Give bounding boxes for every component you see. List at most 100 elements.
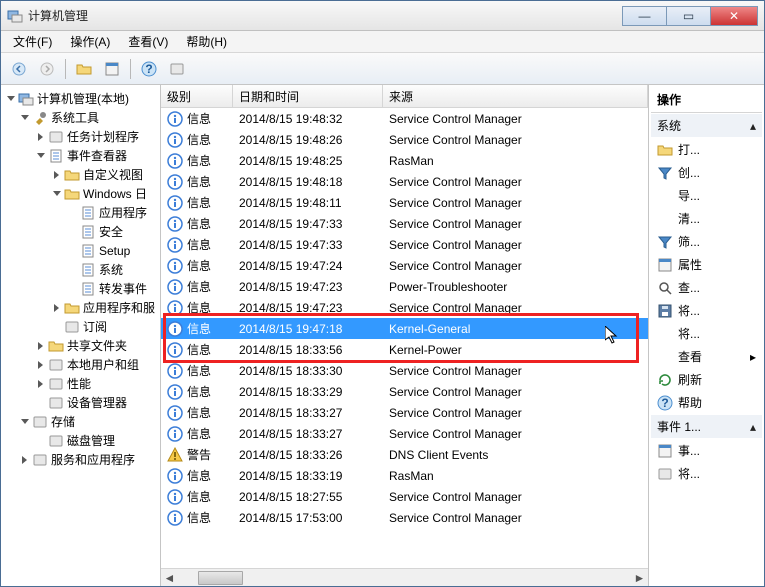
- tree-node[interactable]: Windows 日: [1, 184, 160, 203]
- event-row[interactable]: 信息 2014/8/15 19:47:24 Service Control Ma…: [161, 255, 648, 276]
- event-row[interactable]: 信息 2014/8/15 19:47:33 Service Control Ma…: [161, 234, 648, 255]
- col-header-source[interactable]: 来源: [383, 85, 648, 107]
- horizontal-scrollbar[interactable]: ◄ ►: [161, 568, 648, 586]
- expander-icon[interactable]: [19, 112, 30, 123]
- event-row[interactable]: 信息 2014/8/15 19:47:23 Power-Troubleshoot…: [161, 276, 648, 297]
- tree-node[interactable]: 服务和应用程序: [1, 450, 160, 469]
- tree-node[interactable]: 存储: [1, 412, 160, 431]
- nav-forward-button[interactable]: [35, 57, 59, 81]
- action-item[interactable]: 将...: [651, 322, 762, 345]
- event-row[interactable]: 信息 2014/8/15 18:33:29 Service Control Ma…: [161, 381, 648, 402]
- tree-node-label: 安全: [99, 223, 123, 240]
- action-item[interactable]: 刷新: [651, 368, 762, 391]
- tree-node[interactable]: 磁盘管理: [1, 431, 160, 450]
- tree-node[interactable]: 应用程序和服: [1, 298, 160, 317]
- collapse-icon[interactable]: ▴: [750, 420, 756, 434]
- event-row[interactable]: 信息 2014/8/15 19:48:25 RasMan: [161, 150, 648, 171]
- tree-node[interactable]: 应用程序: [1, 203, 160, 222]
- action-item[interactable]: 导...: [651, 184, 762, 207]
- properties-button[interactable]: [100, 57, 124, 81]
- action-item[interactable]: 将...: [651, 462, 762, 485]
- tree-node[interactable]: 转发事件: [1, 279, 160, 298]
- action-item[interactable]: 打...: [651, 138, 762, 161]
- col-header-level[interactable]: 级别: [161, 85, 233, 107]
- cell-date: 2014/8/15 18:33:26: [233, 448, 383, 462]
- event-row[interactable]: 信息 2014/8/15 18:33:19 RasMan: [161, 465, 648, 486]
- expander-icon[interactable]: [35, 359, 46, 370]
- tree-node-label: 订阅: [83, 318, 107, 335]
- info-icon: [167, 489, 183, 505]
- tree-node[interactable]: 系统工具: [1, 108, 160, 127]
- event-row[interactable]: 信息 2014/8/15 19:48:11 Service Control Ma…: [161, 192, 648, 213]
- scroll-right-icon[interactable]: ►: [631, 569, 648, 586]
- col-header-date[interactable]: 日期和时间: [233, 85, 383, 107]
- expander-icon[interactable]: [51, 169, 62, 180]
- action-item[interactable]: 查看▸: [651, 345, 762, 368]
- tree-node[interactable]: 性能: [1, 374, 160, 393]
- expander-icon[interactable]: [35, 340, 46, 351]
- tree-pane[interactable]: 计算机管理(本地) 系统工具 任务计划程序 事件查看器 自定义视图 Window…: [1, 85, 161, 586]
- expander-icon[interactable]: [35, 150, 46, 161]
- expander-icon[interactable]: [35, 378, 46, 389]
- action-item[interactable]: 查...: [651, 276, 762, 299]
- event-row[interactable]: 信息 2014/8/15 18:33:56 Kernel-Power: [161, 339, 648, 360]
- close-button[interactable]: ✕: [710, 6, 758, 26]
- action-item[interactable]: 创...: [651, 161, 762, 184]
- nav-back-button[interactable]: [7, 57, 31, 81]
- event-row[interactable]: 信息 2014/8/15 19:47:33 Service Control Ma…: [161, 213, 648, 234]
- expander-icon[interactable]: [19, 454, 30, 465]
- action-item[interactable]: 事...: [651, 439, 762, 462]
- tree-node[interactable]: 事件查看器: [1, 146, 160, 165]
- expander-icon[interactable]: [35, 131, 46, 142]
- menu-file[interactable]: 文件(F): [5, 31, 60, 52]
- scroll-left-icon[interactable]: ◄: [161, 569, 178, 586]
- info-icon: [167, 405, 183, 421]
- info-icon: [167, 258, 183, 274]
- menu-help[interactable]: 帮助(H): [178, 31, 235, 52]
- tree-node[interactable]: 安全: [1, 222, 160, 241]
- cell-source: Service Control Manager: [383, 112, 648, 126]
- tree-node[interactable]: 设备管理器: [1, 393, 160, 412]
- action-pane-toggle-button[interactable]: [165, 57, 189, 81]
- event-row[interactable]: 信息 2014/8/15 18:33:27 Service Control Ma…: [161, 423, 648, 444]
- cell-source: Kernel-Power: [383, 343, 648, 357]
- menu-action[interactable]: 操作(A): [62, 31, 118, 52]
- scroll-thumb[interactable]: [198, 571, 243, 585]
- event-row[interactable]: 信息 2014/8/15 19:47:18 Kernel-General: [161, 318, 648, 339]
- expander-icon[interactable]: [51, 302, 62, 313]
- collapse-icon[interactable]: ▴: [750, 119, 756, 133]
- tree-root[interactable]: 计算机管理(本地): [1, 89, 160, 108]
- actions-group-system[interactable]: 系统 ▴: [651, 114, 762, 137]
- action-item[interactable]: 帮助: [651, 391, 762, 414]
- event-row[interactable]: 信息 2014/8/15 18:33:27 Service Control Ma…: [161, 402, 648, 423]
- action-item[interactable]: 清...: [651, 207, 762, 230]
- actions-group-event[interactable]: 事件 1... ▴: [651, 415, 762, 438]
- event-row[interactable]: 信息 2014/8/15 17:53:00 Service Control Ma…: [161, 507, 648, 528]
- list-body[interactable]: 信息 2014/8/15 19:48:32 Service Control Ma…: [161, 108, 648, 568]
- tree-node[interactable]: 自定义视图: [1, 165, 160, 184]
- tree-node[interactable]: 订阅: [1, 317, 160, 336]
- menu-view[interactable]: 查看(V): [120, 31, 176, 52]
- help-button[interactable]: [137, 57, 161, 81]
- event-row[interactable]: 信息 2014/8/15 19:48:32 Service Control Ma…: [161, 108, 648, 129]
- action-item[interactable]: 筛...: [651, 230, 762, 253]
- tree-node[interactable]: 共享文件夹: [1, 336, 160, 355]
- tree-node[interactable]: 本地用户和组: [1, 355, 160, 374]
- expander-icon[interactable]: [19, 416, 30, 427]
- tree-node[interactable]: Setup: [1, 241, 160, 260]
- event-row[interactable]: 信息 2014/8/15 19:48:18 Service Control Ma…: [161, 171, 648, 192]
- event-row[interactable]: 信息 2014/8/15 19:48:26 Service Control Ma…: [161, 129, 648, 150]
- action-item[interactable]: 将...: [651, 299, 762, 322]
- expander-icon[interactable]: [51, 188, 62, 199]
- event-row[interactable]: 信息 2014/8/15 18:27:55 Service Control Ma…: [161, 486, 648, 507]
- maximize-button[interactable]: ▭: [666, 6, 711, 26]
- tree-node[interactable]: 系统: [1, 260, 160, 279]
- event-row[interactable]: 信息 2014/8/15 18:33:30 Service Control Ma…: [161, 360, 648, 381]
- expander-icon[interactable]: [5, 93, 16, 104]
- minimize-button[interactable]: —: [622, 6, 667, 26]
- event-row[interactable]: 信息 2014/8/15 19:47:23 Service Control Ma…: [161, 297, 648, 318]
- action-item[interactable]: 属性: [651, 253, 762, 276]
- tree-node[interactable]: 任务计划程序: [1, 127, 160, 146]
- event-row[interactable]: 警告 2014/8/15 18:33:26 DNS Client Events: [161, 444, 648, 465]
- show-hide-tree-button[interactable]: [72, 57, 96, 81]
